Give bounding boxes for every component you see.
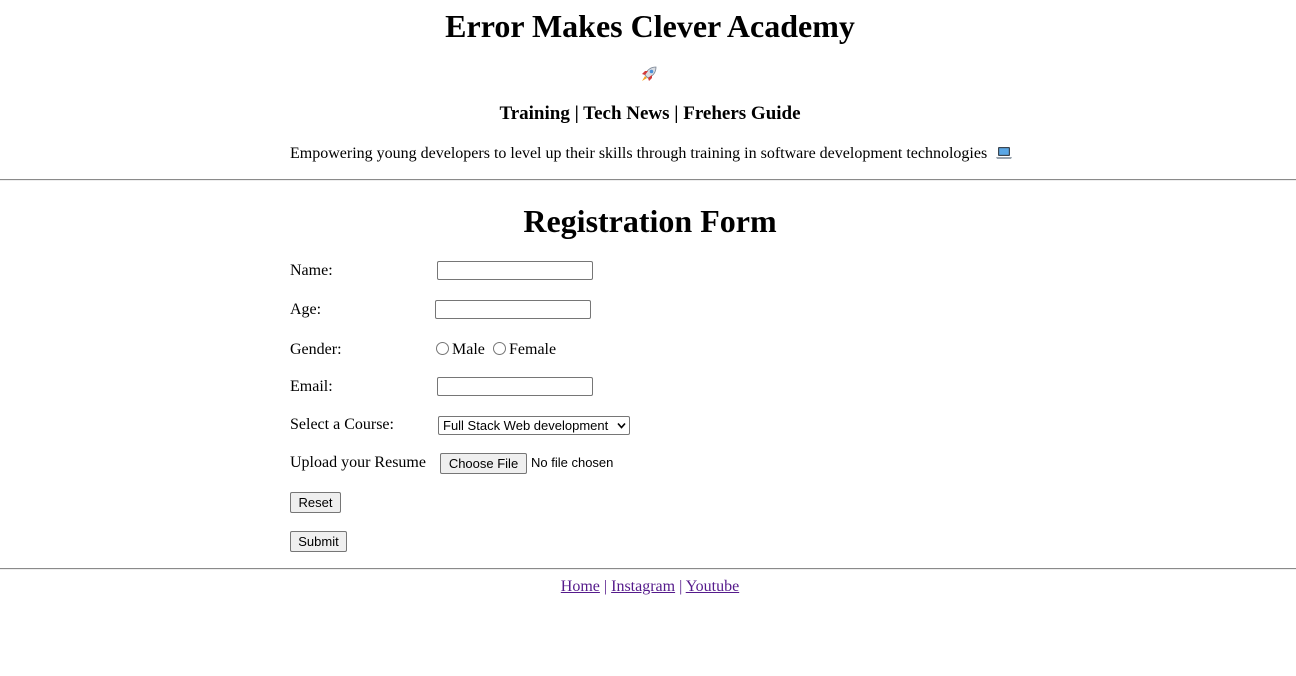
footer-links: Home | Instagram | Youtube	[0, 577, 1296, 597]
choose-file-button[interactable]: Choose File	[440, 453, 527, 474]
course-selected-value: Full Stack Web development	[443, 418, 609, 433]
course-label: Select a Course:	[290, 416, 394, 433]
age-label: Age:	[290, 301, 322, 318]
email-input[interactable]	[437, 377, 593, 396]
email-label: Email:	[290, 378, 333, 395]
form-title: Registration Form	[523, 203, 777, 239]
footer-separator: |	[679, 578, 683, 595]
name-label: Name:	[290, 262, 333, 279]
rocket-icon	[642, 66, 657, 81]
gender-male-label[interactable]: Male	[452, 340, 485, 360]
gender-label: Gender:	[290, 341, 342, 358]
name-input[interactable]	[437, 261, 593, 280]
nav-heading: Training | Tech News | Frehers Guide	[499, 103, 801, 124]
footer-divider	[0, 568, 1296, 570]
file-status: No file chosen	[531, 455, 614, 470]
page-title: Error Makes Clever Academy	[445, 8, 855, 44]
tagline-text: Empowering young developers to level up …	[290, 145, 988, 162]
tagline: Empowering young developers to level up …	[290, 144, 1013, 164]
footer-link-youtube[interactable]: Youtube	[686, 578, 740, 595]
header-divider	[0, 179, 1296, 181]
gender-male-radio[interactable]	[436, 342, 449, 355]
footer-link-home[interactable]: Home	[561, 578, 600, 595]
reset-button[interactable]: Reset	[290, 492, 341, 513]
footer-link-instagram[interactable]: Instagram	[611, 578, 675, 595]
submit-button[interactable]: Submit	[290, 531, 347, 552]
age-input[interactable]	[435, 300, 591, 319]
resume-label: Upload your Resume	[290, 454, 426, 471]
gender-female-radio[interactable]	[493, 342, 506, 355]
course-select[interactable]: Full Stack Web development	[438, 416, 630, 435]
footer-separator: |	[603, 578, 608, 595]
chevron-down-icon	[617, 422, 626, 429]
laptop-icon	[996, 147, 1013, 159]
gender-female-label[interactable]: Female	[509, 340, 556, 360]
